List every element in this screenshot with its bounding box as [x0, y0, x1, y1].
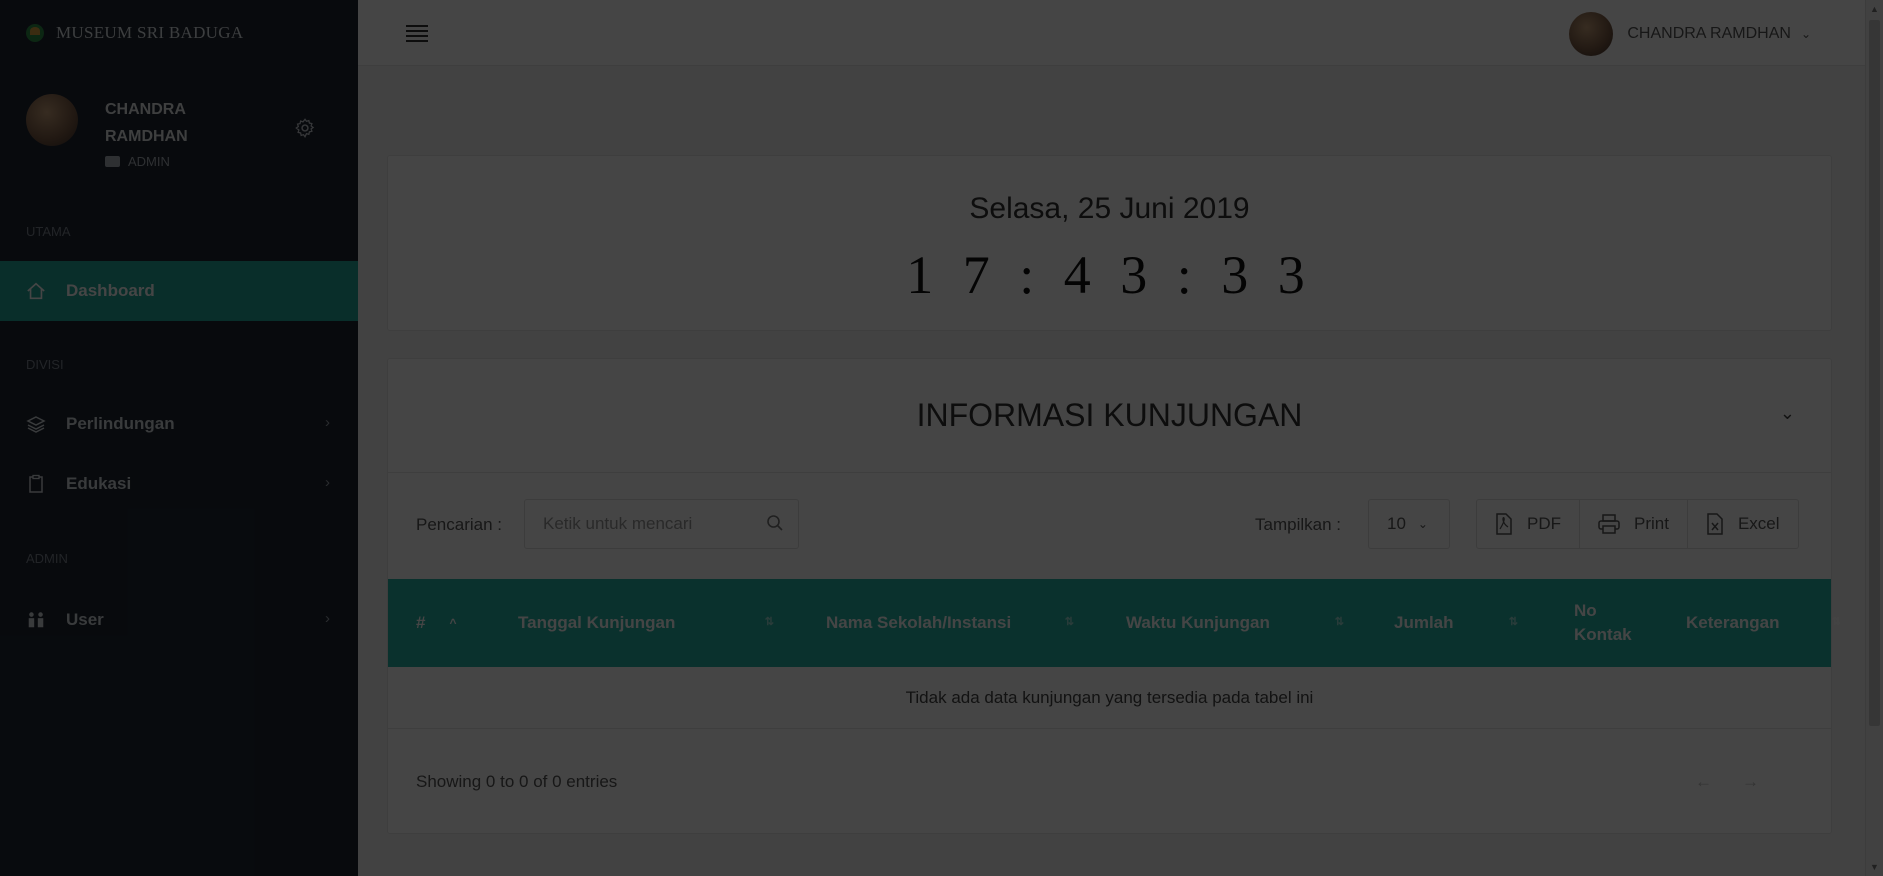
sidebar-item-perlindungan[interactable]: Perlindungan › — [0, 394, 358, 454]
clipboard-icon — [26, 474, 46, 494]
print-label: Print — [1634, 514, 1669, 533]
pdf-icon — [1495, 513, 1513, 535]
sort-icon: ⇅ — [764, 616, 774, 628]
nav-group-utama: Dashboard — [0, 261, 358, 321]
column-label: Keterangan — [1686, 613, 1780, 632]
sidebar: MUSEUM SRI BADUGA CHANDRA RAMDHAN ADMIN … — [0, 0, 358, 876]
column-header-kontak[interactable]: No Kontak — [1536, 579, 1656, 667]
search-label: Pencarian : — [416, 515, 502, 534]
column-label: Jumlah — [1394, 613, 1454, 632]
sort-icon: ⇅ — [1831, 616, 1841, 628]
column-label: Waktu Kunjungan — [1126, 613, 1270, 632]
sidebar-item-dashboard[interactable]: Dashboard — [0, 261, 358, 321]
collapse-chevron-icon[interactable]: ⌄ — [1780, 403, 1795, 424]
column-header-number[interactable]: # ^ — [388, 579, 496, 667]
museum-logo-icon — [26, 24, 44, 42]
column-header-tanggal[interactable]: Tanggal Kunjungan ⇅ — [496, 579, 796, 667]
avatar — [1569, 12, 1614, 56]
briefcase-icon — [105, 156, 120, 167]
avatar[interactable] — [26, 94, 78, 146]
column-label: # — [416, 613, 426, 632]
table-header: # ^ Tanggal Kunjungan ⇅ Nama Sekolah/Ins… — [388, 579, 1841, 667]
scroll-down-arrow-icon[interactable]: ▼ — [1870, 862, 1879, 872]
search-icon[interactable] — [766, 514, 784, 532]
column-header-keterangan[interactable]: Keterangan ⇅ — [1656, 579, 1841, 667]
page-scrollbar[interactable]: ▲ ▼ — [1865, 0, 1883, 876]
sidebar-item-label: Edukasi — [66, 474, 132, 493]
brand-title: MUSEUM SRI BADUGA — [56, 23, 244, 42]
prev-page-button[interactable]: ← — [1695, 772, 1742, 791]
chevron-right-icon: › — [325, 610, 330, 627]
sort-icon: ⇅ — [1334, 616, 1344, 628]
section-label-divisi: DIVISI — [26, 357, 64, 372]
page-size-select[interactable]: 10 ⌄ — [1368, 499, 1450, 549]
export-buttons: PDF Print Excel — [1476, 499, 1799, 549]
print-button[interactable]: Print — [1580, 500, 1688, 548]
column-header-nama[interactable]: Nama Sekolah/Instansi ⇅ — [796, 579, 1096, 667]
nav-section-admin: ADMIN — [0, 549, 358, 569]
section-label-utama: UTAMA — [26, 224, 71, 239]
menu-toggle-icon[interactable] — [406, 25, 428, 42]
section-label-admin: ADMIN — [26, 551, 68, 566]
chevron-right-icon: › — [325, 474, 330, 491]
table-info: Showing 0 to 0 of 0 entries — [416, 772, 618, 791]
search-box — [524, 499, 799, 549]
nav-group-divisi: Perlindungan › Edukasi › — [0, 394, 358, 514]
sort-icon: ⇅ — [1508, 616, 1518, 628]
excel-button[interactable]: Excel — [1688, 500, 1798, 548]
topbar-user-name: CHANDRA RAMDHAN — [1627, 25, 1791, 42]
excel-label: Excel — [1737, 514, 1780, 533]
visit-info-card: INFORMASI KUNJUNGAN ⌄ Pencarian : Tampil… — [387, 358, 1841, 834]
card-title: INFORMASI KUNJUNGAN — [916, 397, 1303, 433]
column-label: No Kontak — [1574, 601, 1632, 644]
chevron-down-icon: ⌄ — [1800, 27, 1811, 41]
scroll-up-arrow-icon[interactable]: ▲ — [1870, 4, 1879, 14]
sidebar-item-label: User — [66, 610, 104, 629]
page-size-label: Tampilkan : — [1255, 515, 1341, 534]
users-icon — [26, 610, 46, 630]
excel-icon — [1706, 513, 1724, 535]
pdf-button[interactable]: PDF — [1477, 500, 1580, 548]
column-label: Nama Sekolah/Instansi — [826, 613, 1012, 632]
nav-group-admin: User › — [0, 590, 358, 650]
brand[interactable]: MUSEUM SRI BADUGA — [0, 0, 358, 66]
current-date: Selasa, 25 Juni 2019 — [969, 192, 1250, 225]
print-icon — [1598, 514, 1620, 534]
nav-section-divisi: DIVISI — [0, 355, 358, 375]
sidebar-item-edukasi[interactable]: Edukasi › — [0, 454, 358, 514]
next-page-button[interactable]: → — [1742, 772, 1789, 791]
chevron-down-icon: ⌄ — [1417, 517, 1428, 531]
topbar: CHANDRA RAMDHAN ⌄ — [358, 0, 1883, 66]
card-header: INFORMASI KUNJUNGAN ⌄ — [388, 359, 1831, 473]
home-icon — [26, 281, 46, 301]
sort-asc-icon: ^ — [449, 616, 457, 630]
sidebar-item-label: Perlindungan — [66, 414, 175, 433]
gear-icon[interactable] — [294, 117, 316, 139]
scrollbar-thumb[interactable] — [1869, 20, 1880, 726]
pdf-label: PDF — [1527, 514, 1561, 533]
role-label: ADMIN — [128, 154, 170, 169]
chevron-right-icon: › — [325, 414, 330, 431]
clock-card: Selasa, 25 Juni 2019 1 7 : 4 3 : 3 3 — [387, 155, 1832, 331]
sort-icon: ⇅ — [1064, 616, 1074, 628]
sidebar-user-name: CHANDRA RAMDHAN — [105, 101, 188, 145]
page-size-value: 10 — [1387, 514, 1406, 533]
user-menu[interactable]: CHANDRA RAMDHAN ⌄ — [1569, 12, 1811, 56]
column-label: Tanggal Kunjungan — [518, 613, 676, 632]
nav-section-utama: UTAMA — [0, 222, 358, 242]
column-header-waktu[interactable]: Waktu Kunjungan ⇅ — [1096, 579, 1366, 667]
sidebar-item-label: Dashboard — [66, 281, 155, 300]
sidebar-user-role: ADMIN — [105, 154, 170, 169]
pagination: ←→ — [1695, 772, 1789, 792]
table-toolbar: Pencarian : Tampilkan : 10 ⌄ PDF Print — [388, 473, 1831, 579]
sidebar-item-user[interactable]: User › — [0, 590, 358, 650]
current-time: 1 7 : 4 3 : 3 3 — [906, 245, 1313, 305]
column-header-jumlah[interactable]: Jumlah ⇅ — [1366, 579, 1536, 667]
search-input[interactable] — [525, 500, 745, 548]
layers-icon — [26, 414, 46, 434]
empty-table-message: Tidak ada data kunjungan yang tersedia p… — [388, 667, 1831, 729]
